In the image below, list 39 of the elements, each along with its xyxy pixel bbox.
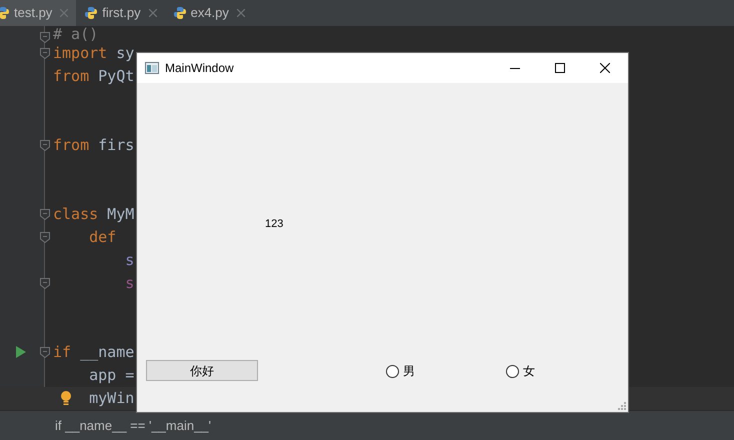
code-line: def <box>89 227 116 248</box>
window-title: MainWindow <box>165 60 235 77</box>
tab-label: test.py <box>14 4 52 22</box>
close-icon[interactable] <box>600 63 610 73</box>
code-line: from firs <box>53 135 134 156</box>
code-line: s <box>125 250 134 272</box>
lightbulb-icon[interactable] <box>60 391 72 406</box>
hello-button[interactable]: 你好 <box>146 360 258 381</box>
number-label: 123 <box>265 217 284 232</box>
fold-marker-icon[interactable] <box>40 347 50 358</box>
fold-marker-icon[interactable] <box>40 232 50 243</box>
python-file-icon <box>0 6 10 20</box>
code-line: myWin <box>89 388 134 410</box>
code-line: # a() <box>53 26 98 45</box>
python-file-icon <box>84 6 98 20</box>
tab-label: first.py <box>102 4 141 22</box>
python-file-icon <box>172 6 187 20</box>
fold-marker-icon[interactable] <box>40 278 50 289</box>
code-line: from PyQt <box>53 66 134 88</box>
code-line: import sy <box>53 43 134 64</box>
radio-button[interactable] <box>506 364 519 378</box>
radio-button[interactable] <box>386 364 399 378</box>
code-line: if __name <box>53 342 134 364</box>
breadcrumb[interactable]: if __name__ == '__main__' <box>55 416 212 436</box>
fold-marker-icon[interactable] <box>40 140 50 151</box>
code-line: s <box>125 273 134 294</box>
radio-label: 女 <box>523 363 535 380</box>
code-line: class MyM <box>53 204 134 226</box>
code-line: app = <box>89 365 134 386</box>
fold-marker-icon[interactable] <box>40 209 50 220</box>
tab-label: ex4.py <box>190 4 229 22</box>
resize-grip-icon[interactable] <box>618 402 626 410</box>
fold-marker-icon[interactable] <box>40 48 50 59</box>
radio-label: 男 <box>403 363 415 380</box>
run-icon[interactable] <box>16 346 26 358</box>
window-icon <box>145 62 159 74</box>
editor-tab[interactable]: test.py <box>0 0 76 26</box>
fold-marker-icon[interactable] <box>40 32 50 43</box>
maximize-icon[interactable] <box>555 63 565 73</box>
